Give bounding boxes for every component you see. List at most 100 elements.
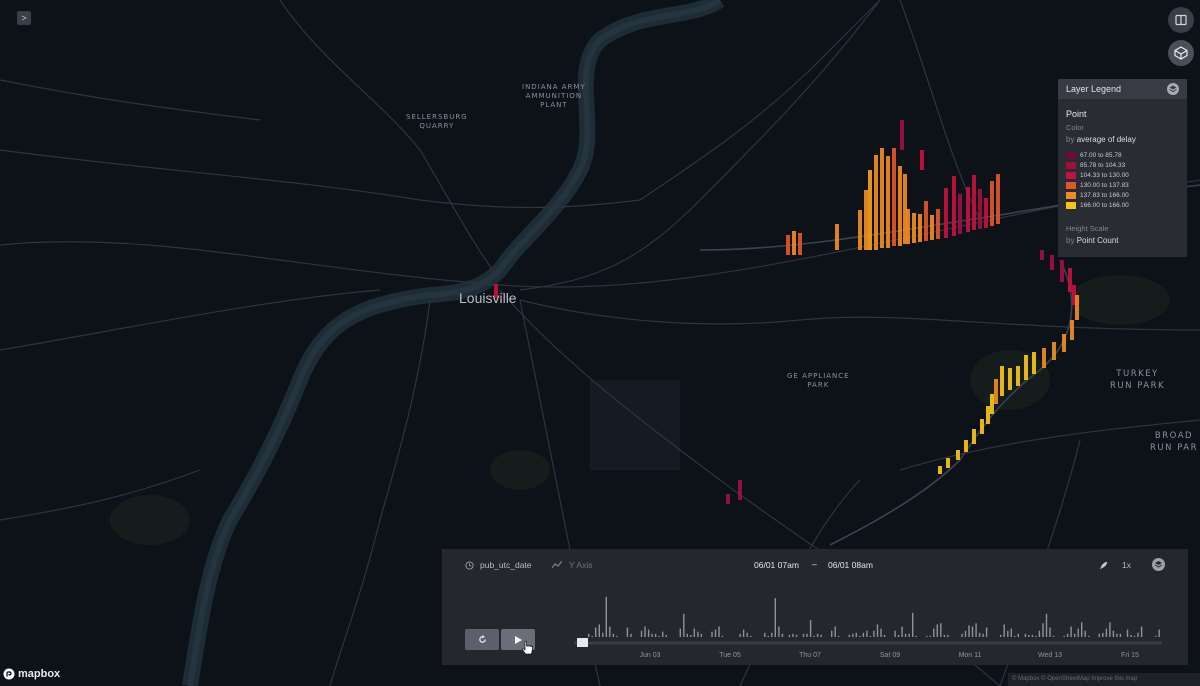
histogram-bar bbox=[838, 635, 840, 637]
airport-area bbox=[590, 380, 680, 470]
histogram-bar bbox=[647, 629, 650, 637]
legend-color-label: Color bbox=[1066, 123, 1084, 132]
histogram-bar bbox=[1070, 626, 1072, 637]
point-column bbox=[798, 233, 802, 255]
histogram-bar bbox=[598, 624, 600, 637]
histogram-bar bbox=[626, 627, 629, 637]
histogram-bar bbox=[679, 628, 681, 637]
histogram-bar bbox=[1045, 613, 1048, 637]
histogram-bar bbox=[630, 633, 632, 637]
histogram-bar bbox=[940, 623, 942, 637]
histogram-bar bbox=[651, 633, 653, 637]
field-selector[interactable]: pub_utc_date bbox=[465, 560, 532, 570]
histogram-bar bbox=[820, 634, 822, 637]
histogram-bar bbox=[1007, 630, 1009, 637]
playhead-handle[interactable] bbox=[577, 638, 588, 647]
histogram-bar bbox=[915, 635, 917, 637]
histogram-bar bbox=[640, 630, 643, 637]
play-icon bbox=[515, 635, 522, 644]
histogram-bar bbox=[859, 635, 861, 637]
histogram-bar bbox=[1052, 635, 1055, 637]
speed-control[interactable]: 1x bbox=[1099, 560, 1131, 570]
legend-toggle-button[interactable] bbox=[1167, 83, 1179, 95]
histogram-bar bbox=[774, 598, 776, 637]
histogram-bar bbox=[985, 627, 988, 637]
range-end: 06/01 08am bbox=[828, 560, 873, 570]
point-column bbox=[930, 215, 934, 240]
point-column bbox=[972, 175, 976, 230]
histogram-bar bbox=[1155, 635, 1157, 637]
line-chart-icon bbox=[552, 561, 562, 569]
histogram-bar bbox=[690, 634, 692, 637]
time-playback-panel: pub_utc_date Y Axis 06/01 07am – 06/01 0… bbox=[442, 549, 1188, 665]
histogram-bar bbox=[943, 634, 946, 637]
point-column bbox=[918, 214, 922, 242]
sidebar-toggle-button[interactable]: > bbox=[17, 11, 31, 25]
legend-height-by: by Point Count bbox=[1066, 236, 1119, 245]
histogram-bar bbox=[792, 633, 794, 637]
point-column bbox=[880, 148, 884, 248]
histogram-bar bbox=[1066, 633, 1069, 637]
histogram-bar bbox=[1109, 622, 1111, 637]
histogram-bar bbox=[588, 633, 590, 637]
legend-bin: 137.83 to 166.00 bbox=[1066, 190, 1179, 200]
histogram-bar bbox=[1074, 633, 1076, 637]
histogram-bar bbox=[739, 633, 741, 637]
point-column bbox=[874, 155, 878, 250]
settings-icon bbox=[1154, 561, 1163, 568]
point-column bbox=[1016, 366, 1020, 386]
histogram-bar bbox=[869, 635, 872, 637]
point-column bbox=[978, 189, 982, 229]
histogram-bar bbox=[929, 635, 931, 637]
histogram-bar bbox=[816, 633, 819, 637]
histogram-bar bbox=[1000, 634, 1002, 637]
speed-value: 1x bbox=[1122, 560, 1131, 570]
histogram-bar bbox=[834, 626, 836, 637]
point-column bbox=[1024, 355, 1028, 380]
histogram-bar bbox=[686, 633, 688, 637]
histogram-bar bbox=[781, 633, 784, 637]
reset-button[interactable] bbox=[465, 629, 499, 650]
histogram-bar bbox=[1102, 632, 1104, 637]
histogram-bar bbox=[1137, 632, 1139, 637]
legend-color-bins: 67.00 to 85.78 85.78 to 104.33 104.33 to… bbox=[1066, 150, 1179, 210]
point-column bbox=[1042, 348, 1046, 368]
point-column bbox=[886, 156, 890, 248]
point-column bbox=[990, 394, 994, 414]
histogram-bar bbox=[982, 633, 984, 637]
3d-view-button[interactable] bbox=[1168, 40, 1194, 66]
point-column bbox=[994, 379, 998, 404]
histogram-bar bbox=[1024, 633, 1027, 637]
histogram-bar bbox=[711, 631, 713, 637]
point-column bbox=[990, 181, 994, 226]
histogram-bar bbox=[767, 635, 769, 637]
histogram-bar bbox=[1088, 635, 1090, 637]
histogram-bar bbox=[1119, 633, 1122, 637]
map-attribution[interactable]: © Mapbox © OpenStreetMap Improve this ma… bbox=[1008, 673, 1200, 686]
legend-layer-name: Point bbox=[1066, 109, 1087, 119]
cursor-pointer-icon bbox=[522, 641, 533, 655]
x-tick-label: Sat 09 bbox=[880, 652, 900, 659]
split-map-button[interactable] bbox=[1168, 7, 1194, 33]
timeline-settings-button[interactable] bbox=[1152, 558, 1165, 571]
point-column bbox=[1008, 368, 1012, 390]
place-indiana-army: INDIANA ARMY AMMUNITION PLANT bbox=[522, 83, 586, 109]
histogram-bar bbox=[697, 631, 699, 637]
histogram-bar bbox=[852, 633, 854, 637]
x-tick-label: Jun 03 bbox=[639, 652, 660, 659]
mapbox-logo[interactable]: mapbox bbox=[3, 668, 60, 680]
histogram-bar bbox=[771, 632, 773, 637]
histogram-bar bbox=[612, 633, 615, 637]
histogram-bar bbox=[964, 630, 967, 637]
point-column bbox=[1032, 352, 1036, 374]
point-column bbox=[1052, 342, 1056, 360]
histogram-bar bbox=[644, 626, 646, 637]
x-tick-label: Wed 13 bbox=[1038, 652, 1062, 659]
histogram-bar bbox=[616, 635, 618, 637]
histogram-bar bbox=[894, 630, 896, 637]
time-histogram[interactable]: Jun 03 Tue 05 Thu 07 Sat 09 Mon 11 Wed 13 Fri … bbox=[570, 589, 1170, 664]
rocket-icon bbox=[1099, 561, 1108, 569]
point-column bbox=[986, 406, 990, 424]
y-axis-selector[interactable]: Y Axis bbox=[552, 560, 592, 570]
point-column bbox=[972, 429, 976, 444]
